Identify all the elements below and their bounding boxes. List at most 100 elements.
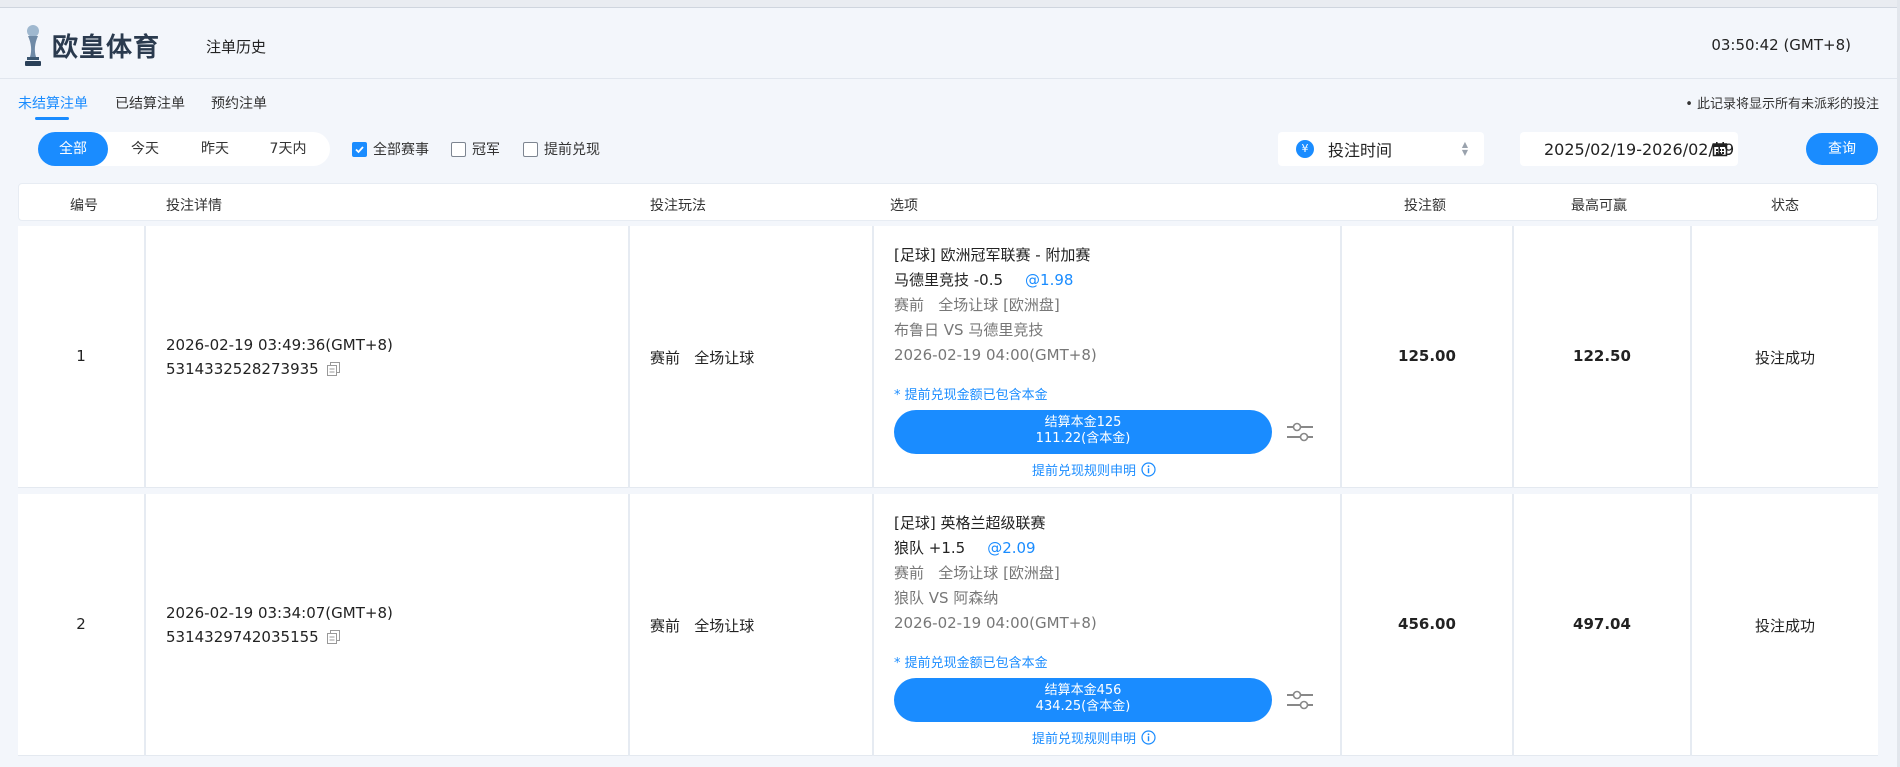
checkbox-unchecked-icon[interactable] <box>451 141 466 157</box>
copy-icon[interactable] <box>326 630 340 644</box>
column-header-status: 状态 <box>1771 198 1799 214</box>
checkbox-checked-icon[interactable] <box>352 141 367 157</box>
cashout-rules-link[interactable]: 提前兑现规则申明 <box>1032 728 1156 747</box>
page-title: 注单历史 <box>206 38 267 56</box>
selection: 狼队 +1.5 <box>894 539 966 557</box>
segment-7days[interactable]: 7天内 <box>250 132 326 166</box>
checkbox-unchecked-icon[interactable] <box>523 141 538 157</box>
bet-status: 投注成功 <box>1754 349 1815 367</box>
cell-play: 赛前 全场让球 <box>630 494 874 756</box>
cashout-rules-label: 提前兑现规则申明 <box>1032 732 1137 747</box>
cashout-amount: 434.25(含本金) <box>1035 699 1131 714</box>
cashout-note: * 提前兑现金额已包含本金 <box>894 656 1048 671</box>
cashout-amount: 111.22(含本金) <box>1035 431 1131 446</box>
bet-id-row: 5314329742035155 <box>166 628 340 646</box>
table-row: 1 2026-02-19 03:49:36(GMT+8) 53143325282… <box>18 226 1878 488</box>
table-header: 编号 投注详情 投注玩法 选项 投注额 最高可赢 状态 <box>18 183 1878 221</box>
clock: 03:50:42 (GMT+8) <box>1711 36 1851 54</box>
date-segment-control: 全部 今天 昨天 7天内 <box>38 132 330 166</box>
brand-logo[interactable]: 欧皇体育 <box>18 23 160 67</box>
match-teams: 布鲁日 VS 马德里竞技 <box>894 321 1044 339</box>
match-teams: 狼队 VS 阿森纳 <box>894 589 999 607</box>
select-arrows-icon: ▲ ▼ <box>1461 140 1468 157</box>
column-header-detail: 投注详情 <box>166 198 222 214</box>
selection: 马德里竞技 -0.5 <box>894 271 1004 289</box>
cashout-note: * 提前兑现金额已包含本金 <box>894 388 1048 403</box>
bet-id: 5314332528273935 <box>166 360 319 378</box>
cashout-rules-link[interactable]: 提前兑现规则申明 <box>1032 460 1156 479</box>
cell-status: 投注成功 <box>1692 226 1878 488</box>
row-number: 2 <box>76 615 86 633</box>
info-icon[interactable] <box>1141 462 1156 477</box>
trophy-icon <box>25 25 41 66</box>
cell-amount: 456.00 <box>1342 494 1514 756</box>
league-name: [足球] 欧洲冠军联赛 - 附加赛 <box>894 246 1091 264</box>
bet-play-type: 赛前 全场让球 <box>650 617 755 635</box>
cashout-principal: 结算本金456 <box>1044 683 1122 698</box>
cell-amount: 125.00 <box>1342 226 1514 488</box>
window-top-border <box>0 0 1900 8</box>
tab-settled[interactable]: 已结算注单 <box>115 93 185 113</box>
date-range-picker[interactable]: 2025/02/19-2026/02/19 <box>1520 132 1738 166</box>
cashout-rules-label: 提前兑现规则申明 <box>1032 464 1137 479</box>
selection-line: 狼队 +1.5 @2.09 <box>894 537 1036 558</box>
cashout-button[interactable]: 结算本金125 111.22(含本金) <box>894 410 1272 454</box>
checkbox-champion[interactable]: 冠军 <box>451 139 500 159</box>
calendar-icon <box>1712 142 1728 157</box>
row-number: 1 <box>76 347 86 365</box>
filter-bar: 全部 今天 昨天 7天内 全部赛事 冠军 提前兑现 ¥ 投注时间 ▲ ▼ 2025… <box>18 122 1878 178</box>
checkbox-label: 全部赛事 <box>373 142 429 158</box>
checkbox-label: 冠军 <box>472 142 500 158</box>
bet-time: 2026-02-19 03:34:07(GMT+8) <box>166 604 393 622</box>
cell-option: [足球] 英格兰超级联赛 狼队 +1.5 @2.09 赛前 全场让球 [欧洲盘] … <box>874 494 1342 756</box>
segment-today[interactable]: 今天 <box>110 132 180 166</box>
active-tab-indicator <box>35 117 69 120</box>
cashout-principal: 结算本金125 <box>1044 415 1122 430</box>
checkbox-all-events[interactable]: 全部赛事 <box>352 139 429 159</box>
league-name: [足球] 英格兰超级联赛 <box>894 514 1046 532</box>
bet-status: 投注成功 <box>1754 617 1815 635</box>
segment-all[interactable]: 全部 <box>38 132 108 166</box>
brand-name: 欧皇体育 <box>52 32 161 63</box>
tab-reserved[interactable]: 预约注单 <box>211 93 267 113</box>
tab-unsettled[interactable]: 未结算注单 <box>18 93 88 113</box>
column-header-amount: 投注额 <box>1404 198 1446 214</box>
cell-detail: 2026-02-19 03:49:36(GMT+8) 5314332528273… <box>146 226 630 488</box>
cell-detail: 2026-02-19 03:34:07(GMT+8) 5314329742035… <box>146 494 630 756</box>
cashout-button[interactable]: 结算本金456 434.25(含本金) <box>894 678 1272 722</box>
column-header-play: 投注玩法 <box>650 198 706 214</box>
column-header-max-win: 最高可赢 <box>1571 198 1627 214</box>
yen-coin-icon: ¥ <box>1296 140 1314 158</box>
kickoff-time: 2026-02-19 04:00(GMT+8) <box>894 346 1097 364</box>
odds: @2.09 <box>987 539 1036 557</box>
cell-no: 2 <box>18 494 146 756</box>
cell-max-win: 122.50 <box>1514 226 1692 488</box>
cell-no: 1 <box>18 226 146 488</box>
page-header: 欧皇体育 注单历史 03:50:42 (GMT+8) <box>0 9 1897 79</box>
sort-select[interactable]: ¥ 投注时间 ▲ ▼ <box>1278 132 1484 166</box>
bet-amount: 456.00 <box>1398 615 1456 633</box>
info-icon[interactable] <box>1141 730 1156 745</box>
cell-option: [足球] 欧洲冠军联赛 - 附加赛 马德里竞技 -0.5 @1.98 赛前 全场让… <box>874 226 1342 488</box>
query-button[interactable]: 查询 <box>1806 133 1878 165</box>
bet-id: 5314329742035155 <box>166 628 319 646</box>
kickoff-time: 2026-02-19 04:00(GMT+8) <box>894 614 1097 632</box>
bet-time: 2026-02-19 03:49:36(GMT+8) <box>166 336 393 354</box>
partial-cashout-slider-icon[interactable] <box>1286 420 1314 444</box>
selection-line: 马德里竞技 -0.5 @1.98 <box>894 269 1073 290</box>
checkbox-label: 提前兑现 <box>544 142 600 158</box>
bet-play-type: 赛前 全场让球 <box>650 349 755 367</box>
column-header-no: 编号 <box>70 198 98 214</box>
segment-yesterday[interactable]: 昨天 <box>180 132 250 166</box>
odds: @1.98 <box>1025 271 1074 289</box>
copy-icon[interactable] <box>326 362 340 376</box>
column-header-option: 选项 <box>890 198 918 214</box>
date-range-value: 2025/02/19-2026/02/19 <box>1544 139 1735 159</box>
bet-amount: 125.00 <box>1398 347 1456 365</box>
partial-cashout-slider-icon[interactable] <box>1286 688 1314 712</box>
market-type: 赛前 全场让球 [欧洲盘] <box>894 296 1060 314</box>
notice-text: • 此记录将显示所有未派彩的投注 <box>1685 97 1879 112</box>
max-win: 497.04 <box>1573 615 1631 633</box>
checkbox-early-cashout[interactable]: 提前兑现 <box>523 139 600 159</box>
max-win: 122.50 <box>1573 347 1631 365</box>
